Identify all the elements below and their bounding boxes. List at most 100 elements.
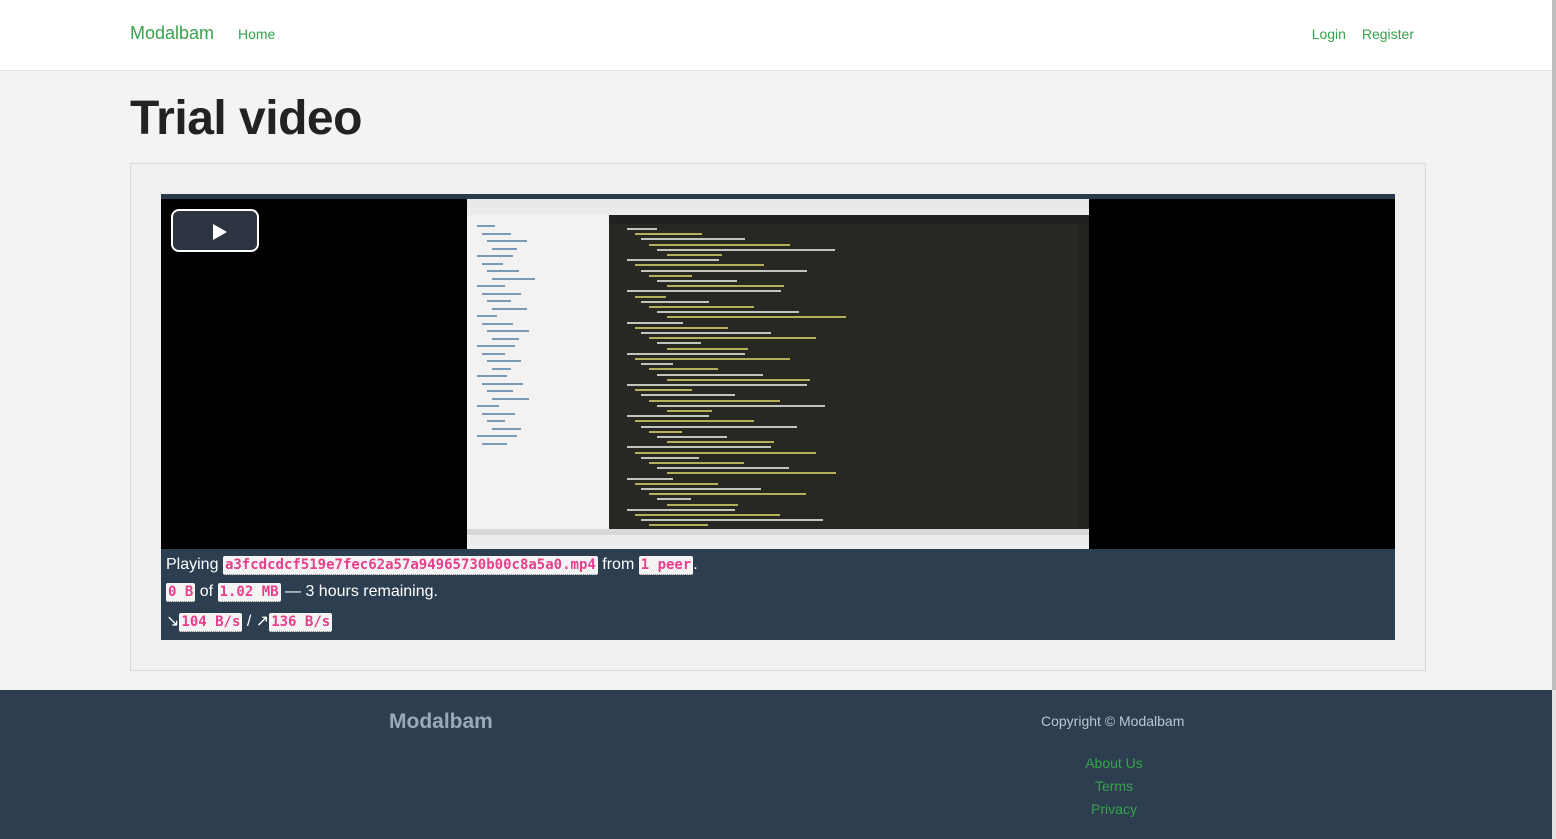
code-line — [641, 519, 823, 522]
upload-arrow-icon: ↗ — [255, 613, 270, 630]
code-line — [627, 321, 683, 324]
footer-links: About Us Terms Privacy — [1014, 752, 1214, 821]
code-line — [657, 311, 799, 314]
code-line — [627, 228, 657, 230]
code-line — [649, 399, 780, 402]
code-line — [641, 425, 797, 428]
tree-line — [487, 390, 513, 392]
tree-line — [492, 337, 519, 340]
code-line — [657, 280, 737, 282]
footer-link-terms[interactable]: Terms — [1014, 775, 1214, 798]
code-line — [635, 482, 718, 485]
tree-line — [482, 292, 521, 295]
playing-row: Playing a3fcdcdcf519e7fec62a57a94965730b… — [166, 556, 698, 575]
nav-home-link[interactable]: Home — [238, 26, 275, 42]
code-line — [641, 300, 709, 303]
upload-speed: 136 B/s — [269, 613, 333, 632]
tree-line — [482, 352, 505, 355]
frame-taskbar — [467, 535, 1089, 549]
frame-menubar — [467, 207, 1089, 215]
code-line — [635, 264, 764, 267]
code-line — [635, 233, 702, 236]
code-line — [649, 274, 692, 277]
page-scrollbar[interactable] — [1552, 0, 1556, 839]
tree-line — [492, 367, 511, 370]
code-line — [635, 389, 692, 392]
code-line — [627, 384, 807, 386]
tree-line — [482, 412, 515, 415]
tree-line — [482, 442, 507, 445]
code-line — [627, 477, 673, 480]
tree-line — [482, 232, 511, 235]
code-line — [627, 446, 771, 449]
footer-link-privacy[interactable]: Privacy — [1014, 798, 1214, 821]
code-line — [649, 368, 718, 371]
tree-line — [482, 322, 513, 325]
code-line — [667, 285, 784, 288]
footer: Modalbam Copyright © Modalbam About Us T… — [0, 690, 1552, 839]
code-line — [641, 269, 807, 272]
register-link[interactable]: Register — [1362, 26, 1414, 42]
code-line — [667, 441, 774, 444]
code-line — [649, 306, 754, 308]
tree-line — [477, 315, 497, 317]
login-link[interactable]: Login — [1312, 26, 1346, 42]
video-frame — [467, 199, 1089, 549]
play-button[interactable] — [171, 209, 259, 252]
tree-line — [482, 382, 523, 385]
video-player[interactable] — [161, 194, 1395, 549]
tree-line — [477, 375, 507, 377]
code-line — [667, 254, 722, 256]
speed-separator: / — [246, 613, 252, 630]
code-line — [649, 524, 708, 527]
code-line — [641, 363, 673, 366]
code-line — [641, 456, 699, 459]
tree-line — [477, 285, 505, 287]
code-line — [649, 493, 806, 496]
downloaded-size: 0 B — [166, 583, 196, 602]
code-line — [657, 373, 763, 376]
code-line — [649, 337, 816, 340]
period: . — [693, 556, 698, 573]
frame-editor — [609, 224, 1079, 529]
code-line — [657, 467, 789, 470]
speed-row: ↘ 104 B/s / ↗ 136 B/s — [166, 611, 333, 632]
code-line — [627, 508, 735, 511]
tree-line — [477, 225, 495, 227]
tree-line — [492, 277, 535, 280]
time-remaining: — 3 hours remaining. — [285, 583, 438, 600]
tree-line — [487, 330, 529, 332]
code-line — [667, 410, 712, 412]
code-line — [635, 326, 728, 329]
footer-copyright: Copyright © Modalbam — [1041, 713, 1185, 729]
frame-sidebar — [467, 215, 609, 529]
footer-link-about[interactable]: About Us — [1014, 752, 1214, 775]
code-line — [641, 394, 735, 397]
tree-line — [487, 240, 527, 242]
tree-line — [482, 262, 503, 265]
code-line — [627, 259, 719, 262]
scrollbar-thumb[interactable] — [1552, 0, 1556, 690]
code-line — [641, 332, 771, 334]
peer-count: 1 peer — [638, 556, 694, 575]
code-line — [649, 430, 682, 433]
playing-label: Playing — [166, 556, 219, 573]
tree-line — [492, 307, 527, 310]
navbar-brand[interactable]: Modalbam — [130, 23, 214, 44]
tree-line — [487, 300, 511, 302]
code-line — [635, 420, 754, 423]
code-line — [649, 462, 744, 464]
tree-line — [477, 435, 517, 437]
file-name: a3fcdcdcf519e7fec62a57a94965730b00c8a5a0… — [222, 556, 598, 575]
code-line — [635, 514, 780, 516]
total-size: 1.02 MB — [217, 583, 281, 602]
frame-titlebar — [467, 199, 1089, 207]
progress-row: 0 B of 1.02 MB — 3 hours remaining. — [166, 583, 438, 602]
footer-brand: Modalbam — [389, 710, 493, 733]
tree-line — [477, 345, 515, 347]
page-title: Trial video — [130, 92, 362, 145]
code-line — [657, 342, 701, 345]
navbar: Modalbam Home Login Register — [0, 0, 1552, 71]
play-icon — [213, 224, 227, 240]
frame-minimap — [1079, 224, 1089, 529]
